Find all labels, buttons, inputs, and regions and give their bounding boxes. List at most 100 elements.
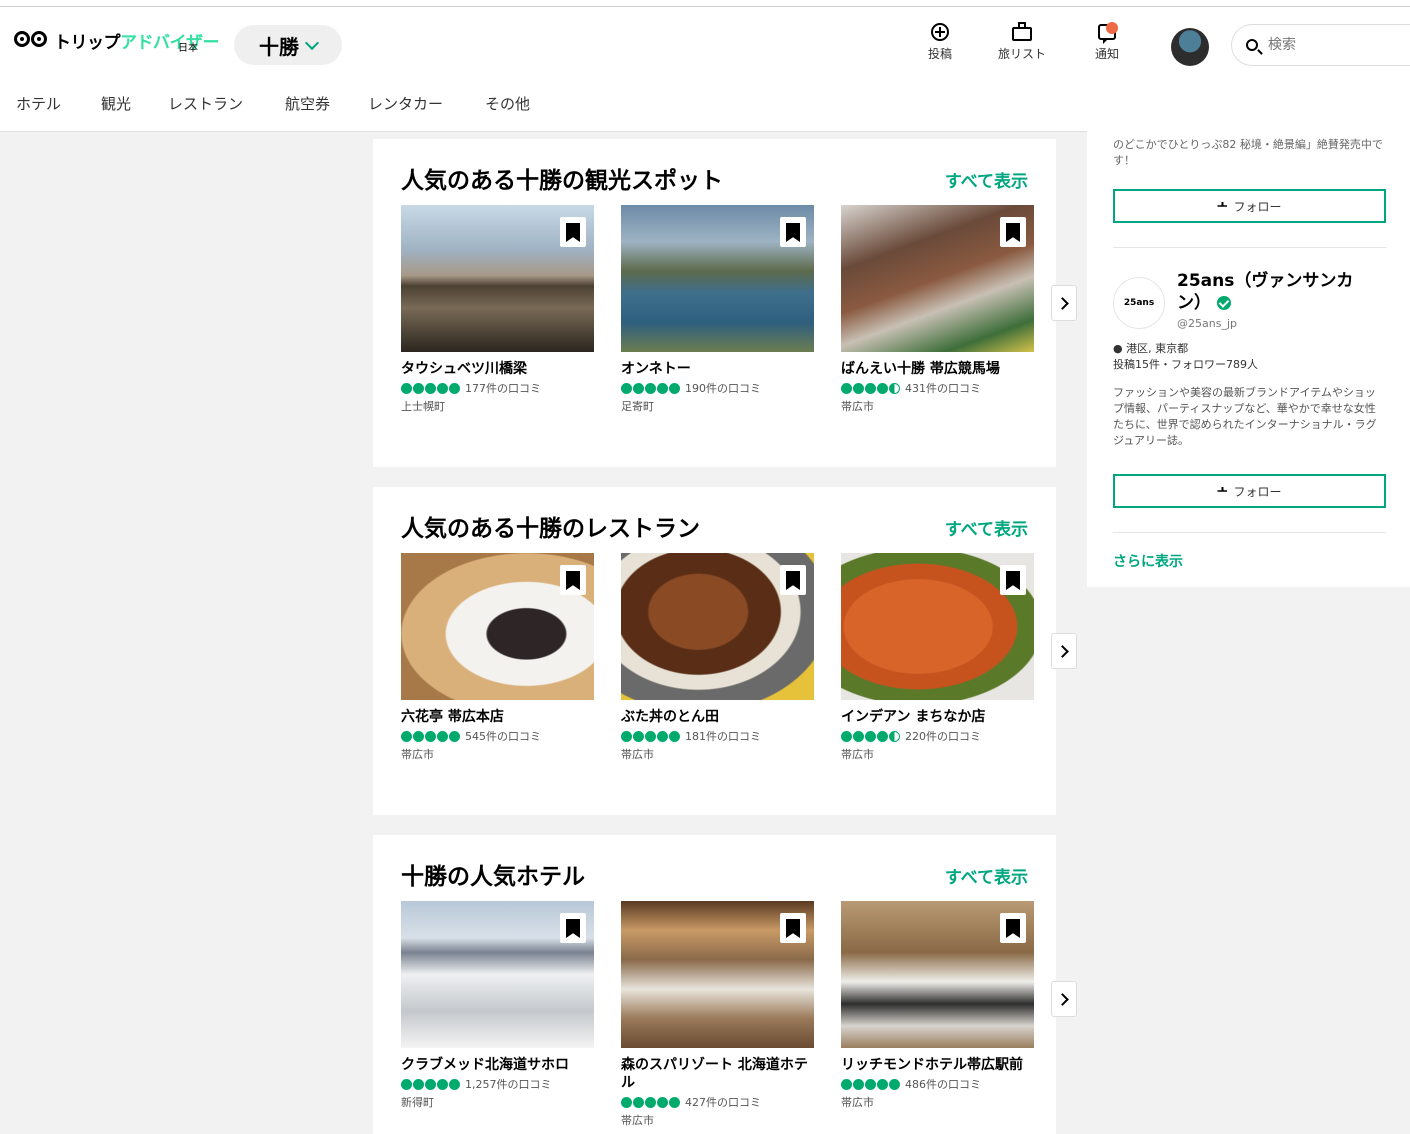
see-all-link[interactable]: すべて表示	[945, 167, 1028, 192]
nav-hotels[interactable]: ホテル	[16, 93, 61, 114]
review-count[interactable]: 545件の口コミ	[465, 728, 541, 744]
rating-bubble-icon	[853, 1078, 864, 1090]
account-name[interactable]: 25ans（ヴァンサンカン）	[1177, 270, 1377, 314]
follow-button[interactable]: フォロー	[1113, 189, 1386, 223]
rating-bubble-icon	[841, 730, 852, 742]
notification-icon	[1098, 22, 1118, 44]
rating-bubble-icon	[425, 1078, 436, 1090]
review-count[interactable]: 1,257件の口コミ	[465, 1076, 552, 1092]
briefcase-icon	[1012, 22, 1032, 41]
rating-bubble-icon	[889, 382, 900, 394]
hotel-card[interactable]: リッチモンドホテル帯広駅前 486件の口コミ 帯広市	[841, 901, 1034, 1110]
rating-bubble-icon	[853, 730, 864, 742]
review-count[interactable]: 177件の口コミ	[465, 380, 541, 396]
card-location: 帯広市	[401, 748, 434, 761]
card-photo	[841, 205, 1034, 352]
review-count[interactable]: 431件の口コミ	[905, 380, 981, 396]
nav-restaurants[interactable]: レストラン	[168, 93, 243, 114]
nav-rental-cars[interactable]: レンタカー	[368, 93, 443, 114]
chevron-down-icon	[304, 35, 320, 50]
card-name: ぶた丼のとん田	[621, 709, 719, 725]
rating-bubbles	[401, 1078, 460, 1090]
card-location: 足寄町	[621, 400, 654, 413]
section-title: 十勝の人気ホテル	[401, 864, 585, 890]
review-count[interactable]: 181件の口コミ	[685, 728, 761, 744]
rating-bubble-icon	[865, 730, 876, 742]
user-avatar[interactable]	[1171, 28, 1209, 66]
chevron-right-icon	[1056, 644, 1069, 658]
attraction-card[interactable]: オンネトー 190件の口コミ 足寄町	[621, 205, 814, 414]
rating-bubble-icon	[425, 730, 436, 742]
rating-bubble-icon	[669, 382, 680, 394]
browser-top-border	[0, 0, 1410, 7]
see-all-link[interactable]: すべて表示	[945, 863, 1028, 888]
rating-bubble-icon	[633, 382, 644, 394]
card-name: インデアン まちなか店	[841, 709, 986, 725]
nav-more[interactable]: その他	[485, 93, 530, 114]
account-avatar[interactable]: 25ans	[1113, 277, 1165, 329]
rating-bubble-icon	[621, 1096, 632, 1108]
card-name: オンネトー	[621, 361, 691, 377]
geo-selector[interactable]: 十勝	[234, 25, 342, 65]
header: トリップアドバイザー 日本 十勝 投稿 旅リスト 通知	[0, 7, 1410, 73]
attractions-section: 人気のある十勝の観光スポット すべて表示 タウシュベツ川橋梁 177件の口コミ …	[373, 139, 1077, 467]
follow-icon	[1217, 202, 1228, 207]
hotel-card[interactable]: クラブメッド北海道サホロ 1,257件の口コミ 新得町	[401, 901, 594, 1110]
review-count[interactable]: 220件の口コミ	[905, 728, 981, 744]
card-photo	[841, 553, 1034, 700]
rating-bubble-icon	[449, 1078, 460, 1090]
post-button[interactable]: 投稿	[928, 19, 952, 69]
review-count[interactable]: 190件の口コミ	[685, 380, 761, 396]
rating: 1,257件の口コミ	[401, 1076, 594, 1092]
search-icon	[1246, 39, 1258, 51]
rating-bubble-icon	[877, 382, 888, 394]
rating-bubble-icon	[437, 730, 448, 742]
rating-bubble-icon	[621, 730, 632, 742]
card-name: 六花亭 帯広本店	[401, 709, 504, 725]
trips-button[interactable]: 旅リスト	[998, 19, 1046, 69]
attraction-card[interactable]: ばんえい十勝 帯広競馬場 431件の口コミ 帯広市	[841, 205, 1034, 414]
carousel-next-button[interactable]	[1051, 633, 1077, 669]
nav-attractions[interactable]: 観光	[101, 93, 131, 114]
card-photo	[401, 901, 594, 1048]
carousel-next-button[interactable]	[1051, 981, 1077, 1017]
rating: 190件の口コミ	[621, 380, 814, 396]
rating-bubble-icon	[841, 1078, 852, 1090]
rating: 177件の口コミ	[401, 380, 594, 396]
rating-bubble-icon	[401, 730, 412, 742]
rating-bubbles	[401, 382, 460, 394]
restaurant-card[interactable]: インデアン まちなか店 220件の口コミ 帯広市	[841, 553, 1034, 762]
carousel-next-button[interactable]	[1051, 285, 1077, 321]
see-all-link[interactable]: すべて表示	[945, 515, 1028, 540]
card-location: 帯広市	[841, 748, 874, 761]
card-photo	[621, 553, 814, 700]
follow-button[interactable]: フォロー	[1113, 474, 1386, 508]
hotel-card[interactable]: 森のスパリゾート 北海道ホテル 427件の口コミ 帯広市	[621, 901, 814, 1128]
hotels-section: 十勝の人気ホテル すべて表示 クラブメッド北海道サホロ 1,257件の口コミ 新…	[373, 835, 1077, 1134]
trips-label: 旅リスト	[998, 47, 1047, 61]
rating-bubble-icon	[633, 1096, 644, 1108]
card-name: クラブメッド北海道サホロ	[401, 1057, 569, 1073]
chevron-right-icon	[1056, 296, 1069, 310]
show-more-link[interactable]: さらに表示	[1113, 551, 1183, 571]
restaurant-card[interactable]: 六花亭 帯広本店 545件の口コミ 帯広市	[401, 553, 594, 762]
search-input[interactable]	[1266, 36, 1390, 54]
card-photo	[401, 553, 594, 700]
search-box[interactable]	[1231, 24, 1410, 66]
restaurant-card[interactable]: ぶた丼のとん田 181件の口コミ 帯広市	[621, 553, 814, 762]
rating-bubble-icon	[413, 730, 424, 742]
card-photo	[841, 901, 1034, 1048]
attraction-card[interactable]: タウシュベツ川橋梁 177件の口コミ 上士幌町	[401, 205, 594, 414]
rating-bubble-icon	[669, 730, 680, 742]
notifications-button[interactable]: 通知	[1095, 19, 1119, 69]
review-count[interactable]: 486件の口コミ	[905, 1076, 981, 1092]
account-description: のどこかでひとりっぷ82 秘境・絶景編」絶賛発売中です！	[1113, 138, 1383, 167]
nav-flights[interactable]: 航空券	[285, 93, 330, 114]
rating: 431件の口コミ	[841, 380, 1034, 396]
rating: 486件の口コミ	[841, 1076, 1034, 1092]
review-count[interactable]: 427件の口コミ	[685, 1094, 761, 1110]
rating-bubbles	[621, 382, 680, 394]
card-location: 帯広市	[621, 748, 654, 761]
owl-logo-icon	[14, 29, 54, 51]
rating-bubble-icon	[401, 382, 412, 394]
